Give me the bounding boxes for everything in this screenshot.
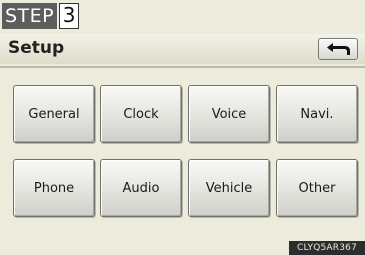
voice-button-label: Voice — [211, 106, 247, 122]
step-badge: STEP 3 — [2, 3, 80, 29]
navi-button[interactable]: Navi. — [276, 85, 358, 143]
phone-button-label: Phone — [33, 180, 75, 196]
back-button[interactable] — [318, 38, 358, 60]
clock-button[interactable]: Clock — [100, 85, 182, 143]
audio-button-label: Audio — [122, 180, 160, 196]
setup-screen: STEP 3 Setup General Clock Voice Navi. P… — [0, 0, 365, 255]
page-title: Setup — [8, 38, 65, 58]
step-number: 3 — [59, 3, 80, 29]
step-label: STEP — [2, 3, 58, 29]
general-button[interactable]: General — [13, 85, 95, 143]
audio-button[interactable]: Audio — [100, 159, 182, 217]
return-arrow-icon — [327, 43, 350, 55]
vehicle-button[interactable]: Vehicle — [188, 159, 270, 217]
figure-code: CLYQ5AR367 — [289, 241, 365, 255]
clock-button-label: Clock — [123, 106, 159, 122]
voice-button[interactable]: Voice — [188, 85, 270, 143]
other-button[interactable]: Other — [276, 159, 358, 217]
phone-button[interactable]: Phone — [13, 159, 95, 217]
other-button-label: Other — [298, 180, 336, 196]
title-bar: Setup — [0, 34, 365, 64]
navi-button-label: Navi. — [300, 106, 334, 122]
vehicle-button-label: Vehicle — [205, 180, 253, 196]
header-divider — [0, 66, 365, 68]
general-button-label: General — [28, 106, 80, 122]
